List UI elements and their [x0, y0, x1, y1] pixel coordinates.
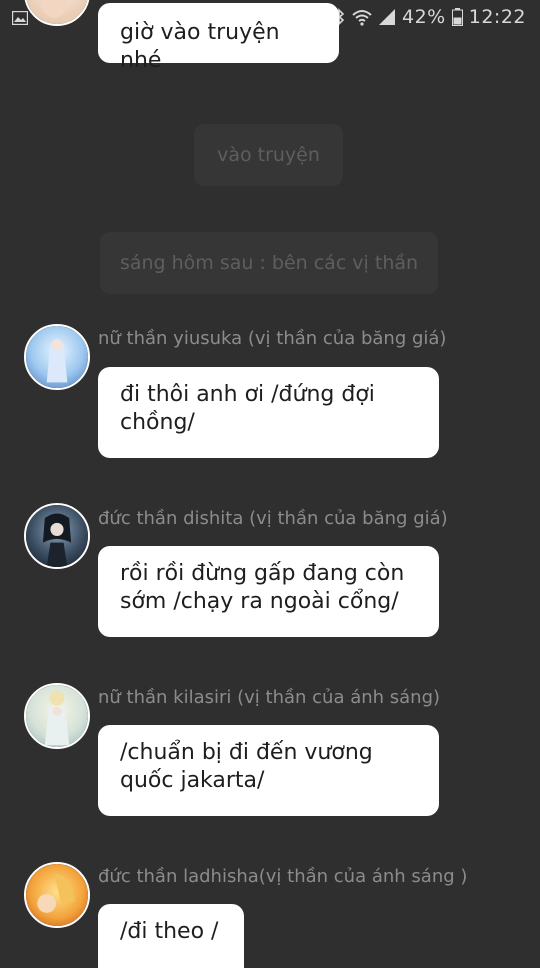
narration-box: vào truyện [194, 124, 343, 186]
avatar[interactable] [24, 683, 90, 749]
narration-box: sáng hôm sau : bên các vị thần [100, 232, 438, 294]
avatar-image [26, 505, 88, 567]
message-bubble: /đi theo / [98, 904, 244, 968]
clock: 12:22 [468, 6, 526, 28]
wifi-icon [352, 10, 372, 26]
sender-name: đức thần ladhisha(vị thần của ánh sáng ) [98, 866, 468, 887]
message-bubble: rồi rồi đừng gấp đang còn sớm /chạy ra n… [98, 546, 439, 637]
battery-percent: 42% [402, 6, 446, 28]
battery-icon [451, 8, 463, 26]
avatar[interactable] [24, 324, 90, 390]
avatar-image [26, 864, 88, 926]
sender-name: nữ thần yiusuka (vị thần của băng giá) [98, 328, 447, 349]
sender-name: nữ thần kilasiri (vị thần của ánh sáng) [98, 687, 441, 708]
avatar[interactable] [24, 503, 90, 569]
avatar-image [26, 326, 88, 388]
sender-name: đức thần dishita (vị thần của băng giá) [98, 508, 448, 529]
message-bubble: đi thôi anh ơi /đứng đợi chồng/ [98, 367, 439, 458]
signal-icon [379, 9, 395, 25]
avatar-image [26, 685, 88, 747]
gallery-icon [12, 11, 28, 25]
message-bubble: giờ vào truyện nhé [98, 3, 339, 73]
message-bubble: /chuẩn bị đi đến vương quốc jakarta/ [98, 725, 439, 816]
avatar[interactable] [24, 862, 90, 928]
